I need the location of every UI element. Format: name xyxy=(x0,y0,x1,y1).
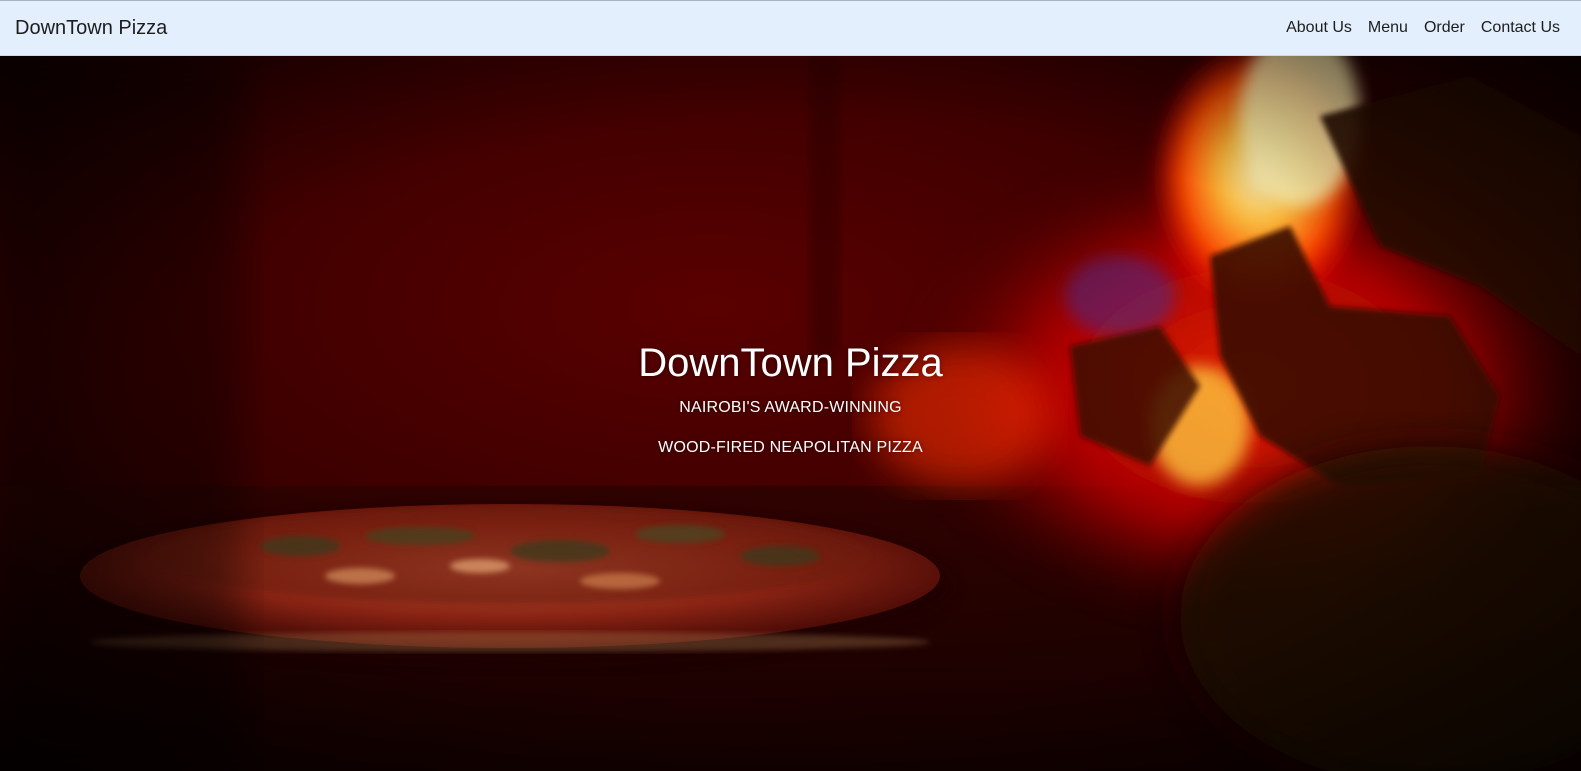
hero-content: DownTown Pizza NAIROBI'S AWARD-WINNING W… xyxy=(0,340,1581,478)
hero-title: DownTown Pizza xyxy=(638,341,943,385)
brand-link[interactable]: DownTown Pizza xyxy=(15,17,167,40)
nav-links: About Us Menu Order Contact Us xyxy=(1278,19,1560,37)
top-navbar: DownTown Pizza About Us Menu Order Conta… xyxy=(0,0,1581,56)
hero-tagline-line-1: NAIROBI'S AWARD-WINNING xyxy=(679,399,902,416)
hero-section: DownTown Pizza NAIROBI'S AWARD-WINNING W… xyxy=(0,56,1581,771)
nav-link-about-us[interactable]: About Us xyxy=(1278,19,1360,37)
nav-link-order[interactable]: Order xyxy=(1416,19,1473,37)
nav-link-contact-us[interactable]: Contact Us xyxy=(1473,19,1560,37)
hero-tagline-line-2: WOOD-FIRED NEAPOLITAN PIZZA xyxy=(658,439,923,456)
nav-link-menu[interactable]: Menu xyxy=(1360,19,1416,37)
